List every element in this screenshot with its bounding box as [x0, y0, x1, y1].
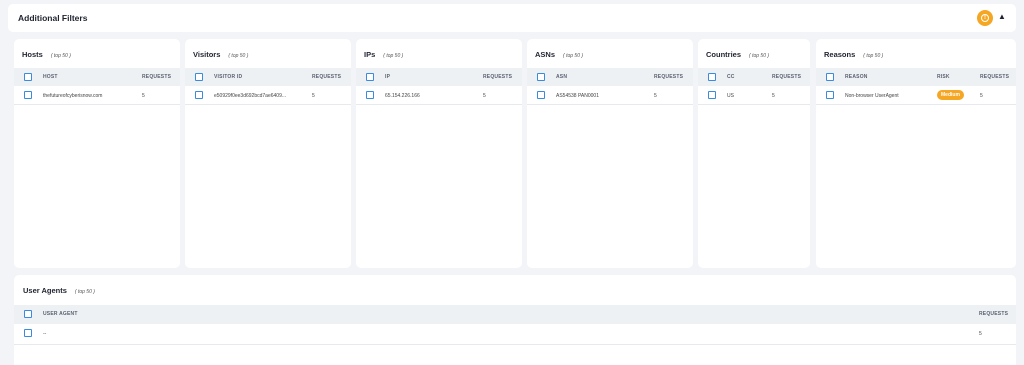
- row-checkbox[interactable]: [195, 91, 203, 99]
- reasons-panel: Reasons ( top 50 ) REASON RISK REQUESTS N…: [816, 39, 1016, 268]
- column-header-requests[interactable]: REQUESTS: [654, 74, 683, 80]
- select-all-checkbox[interactable]: [826, 73, 834, 81]
- panel-title: Hosts: [22, 50, 43, 59]
- table-header: VISITOR ID REQUESTS: [185, 68, 351, 86]
- table-header: HOST REQUESTS: [14, 68, 180, 86]
- select-all-checkbox[interactable]: [366, 73, 374, 81]
- table-header: IP REQUESTS: [356, 68, 522, 86]
- cell-requests: 5: [142, 93, 145, 99]
- select-all-checkbox[interactable]: [537, 73, 545, 81]
- row-checkbox[interactable]: [24, 91, 32, 99]
- panel-subtitle: ( top 50 ): [50, 53, 71, 59]
- visitors-panel: Visitors ( top 50 ) VISITOR ID REQUESTS e…: [185, 39, 351, 268]
- cell-host: thefutureofcyberisnow.com: [43, 93, 103, 99]
- panel-title: User Agents: [23, 286, 67, 295]
- cell-requests: 5: [772, 93, 775, 99]
- page-title: Additional Filters: [18, 13, 88, 23]
- table-row[interactable]: e50929f0ee3d692bcd7ae6409... 5: [185, 86, 351, 105]
- panel-title: ASNs: [535, 50, 556, 59]
- column-header-requests[interactable]: REQUESTS: [312, 74, 341, 80]
- row-checkbox[interactable]: [24, 329, 32, 337]
- cell-requests: 5: [483, 93, 486, 99]
- panel-subtitle: ( top 50 ): [383, 53, 404, 59]
- column-header-user-agent[interactable]: USER AGENT: [43, 311, 78, 317]
- panel-subtitle: ( top 50 ): [863, 53, 884, 59]
- panel-title: Visitors: [193, 50, 221, 59]
- panel-subtitle: ( top 50 ): [563, 53, 584, 59]
- countries-panel: Countries ( top 50 ) CC REQUESTS US 5: [698, 39, 810, 268]
- table-row[interactable]: thefutureofcyberisnow.com 5: [14, 86, 180, 105]
- row-checkbox[interactable]: [537, 91, 545, 99]
- panel-subtitle: ( top 50 ): [749, 53, 770, 59]
- column-header-asn[interactable]: ASN: [556, 74, 567, 80]
- table-row[interactable]: Non-browser UserAgent Medium 5: [816, 86, 1016, 105]
- column-header-visitor-id[interactable]: VISITOR ID: [214, 74, 242, 80]
- table-header: USER AGENT REQUESTS: [14, 305, 1016, 324]
- info-icon[interactable]: !: [977, 10, 993, 26]
- cell-reason: Non-browser UserAgent: [845, 93, 899, 99]
- select-all-checkbox[interactable]: [24, 310, 32, 318]
- column-header-cc[interactable]: CC: [727, 74, 735, 80]
- column-header-requests[interactable]: REQUESTS: [979, 311, 1008, 317]
- asns-panel: ASNs ( top 50 ) ASN REQUESTS AS54538 PAN0…: [527, 39, 693, 268]
- panel-subtitle: ( top 50 ): [228, 53, 249, 59]
- cell-requests: 5: [980, 93, 983, 99]
- select-all-checkbox[interactable]: [195, 73, 203, 81]
- table-row[interactable]: AS54538 PAN0001 5: [527, 86, 693, 105]
- select-all-checkbox[interactable]: [24, 73, 32, 81]
- table-row[interactable]: US 5: [698, 86, 810, 105]
- chevron-up-icon[interactable]: ▲: [998, 12, 1006, 21]
- column-header-ip[interactable]: IP: [385, 74, 390, 80]
- user-agents-panel: User Agents ( top 50 ) USER AGENT REQUEST…: [14, 275, 1016, 365]
- hosts-panel: Hosts ( top 50 ) HOST REQUESTS thefutureo…: [14, 39, 180, 268]
- column-header-reason[interactable]: REASON: [845, 74, 868, 80]
- column-header-requests[interactable]: REQUESTS: [483, 74, 512, 80]
- column-header-requests[interactable]: REQUESTS: [980, 74, 1009, 80]
- table-header: CC REQUESTS: [698, 68, 810, 86]
- cell-user-agent: --: [43, 331, 47, 337]
- cell-ip: 65.154.226.166: [385, 93, 420, 99]
- row-checkbox[interactable]: [366, 91, 374, 99]
- row-checkbox[interactable]: [826, 91, 834, 99]
- panel-title: Reasons: [824, 50, 856, 59]
- table-row[interactable]: 65.154.226.166 5: [356, 86, 522, 105]
- panel-subtitle: ( top 50 ): [74, 289, 95, 295]
- select-all-checkbox[interactable]: [708, 73, 716, 81]
- column-header-host[interactable]: HOST: [43, 74, 58, 80]
- cell-requests: 5: [979, 331, 982, 337]
- table-header: REASON RISK REQUESTS: [816, 68, 1016, 86]
- row-checkbox[interactable]: [708, 91, 716, 99]
- table-row[interactable]: -- 5: [14, 324, 1016, 345]
- cell-asn: AS54538 PAN0001: [556, 93, 599, 99]
- cell-cc: US: [727, 93, 734, 99]
- column-header-requests[interactable]: REQUESTS: [142, 74, 171, 80]
- cell-requests: 5: [654, 93, 657, 99]
- panel-title: IPs: [364, 50, 376, 59]
- column-header-requests[interactable]: REQUESTS: [772, 74, 801, 80]
- risk-badge: Medium: [937, 90, 964, 100]
- cell-visitor-id: e50929f0ee3d692bcd7ae6409...: [214, 93, 287, 99]
- panel-title: Countries: [706, 50, 742, 59]
- table-header: ASN REQUESTS: [527, 68, 693, 86]
- column-header-risk[interactable]: RISK: [937, 74, 950, 80]
- cell-requests: 5: [312, 93, 315, 99]
- ips-panel: IPs ( top 50 ) IP REQUESTS 65.154.226.166…: [356, 39, 522, 268]
- additional-filters-header: Additional Filters ! ▲: [8, 4, 1016, 32]
